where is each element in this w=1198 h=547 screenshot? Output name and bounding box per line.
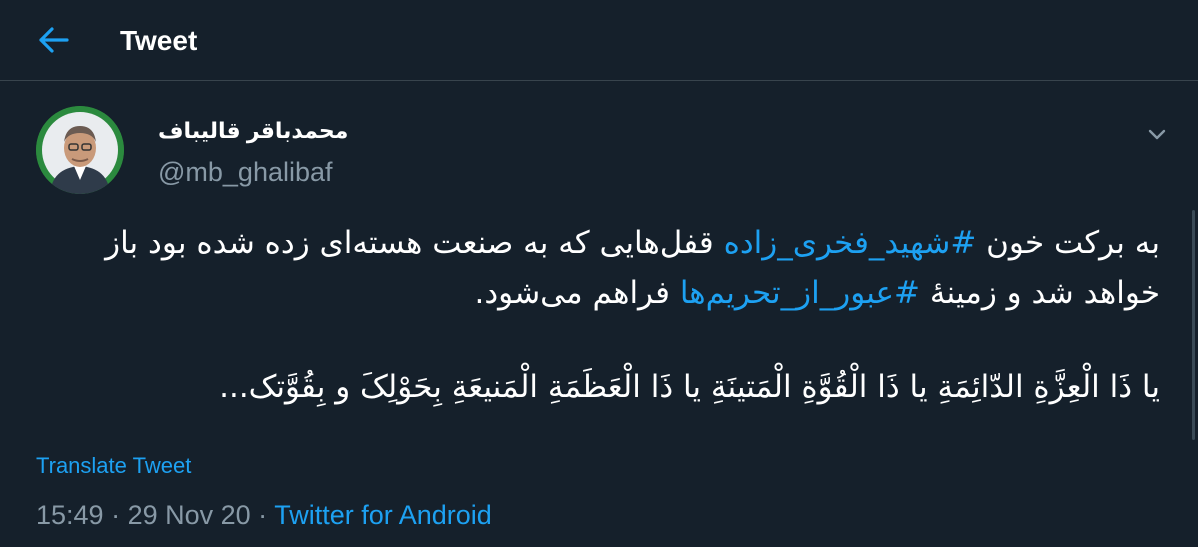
tweet-paragraph-1: به برکت خون #شهید_فخری_زاده قفل‌هایی که …: [40, 218, 1160, 318]
tweet-source-link[interactable]: Twitter for Android: [274, 500, 492, 530]
hashtag-link[interactable]: #عبور_از_تحریم‌ها: [680, 275, 920, 311]
back-button[interactable]: [30, 20, 78, 60]
chevron-down-icon: [1148, 129, 1166, 140]
author-handle[interactable]: @mb_ghalibaf: [158, 156, 333, 188]
hashtag-link[interactable]: #شهید_فخری_زاده: [724, 225, 977, 261]
top-bar: Tweet: [0, 0, 1198, 81]
meta-separator: ·: [103, 500, 128, 530]
tweet-metadata: 15:49 · 29 Nov 20 · Twitter for Android: [36, 498, 492, 532]
arrow-left-icon: [39, 27, 69, 53]
tweet-paragraph-2: یا ذَا الْعِزَّةِ الدّائِمَةِ یا ذَا الْ…: [219, 369, 1160, 405]
translate-tweet-link[interactable]: Translate Tweet: [36, 452, 191, 480]
page-title: Tweet: [120, 25, 198, 56]
tweet-text-segment: به برکت خون: [976, 225, 1160, 261]
author-display-name[interactable]: محمدباقر قالیباف: [158, 117, 348, 145]
tweet-page: Tweet محمدباقر قالیباف @mb_ghalibaf به ب…: [0, 0, 1198, 547]
tweet-date: 29 Nov 20: [127, 500, 251, 530]
scrollbar[interactable]: [1192, 210, 1195, 440]
tweet-menu-button[interactable]: [1140, 118, 1174, 152]
tweet-time: 15:49: [36, 500, 104, 530]
tweet-text-segment: فراهم می‌شود.: [474, 275, 680, 311]
avatar[interactable]: [36, 106, 124, 194]
meta-separator: ·: [250, 500, 275, 530]
tweet-text: به برکت خون #شهید_فخری_زاده قفل‌هایی که …: [40, 218, 1160, 412]
profile-photo-icon: [36, 106, 124, 194]
